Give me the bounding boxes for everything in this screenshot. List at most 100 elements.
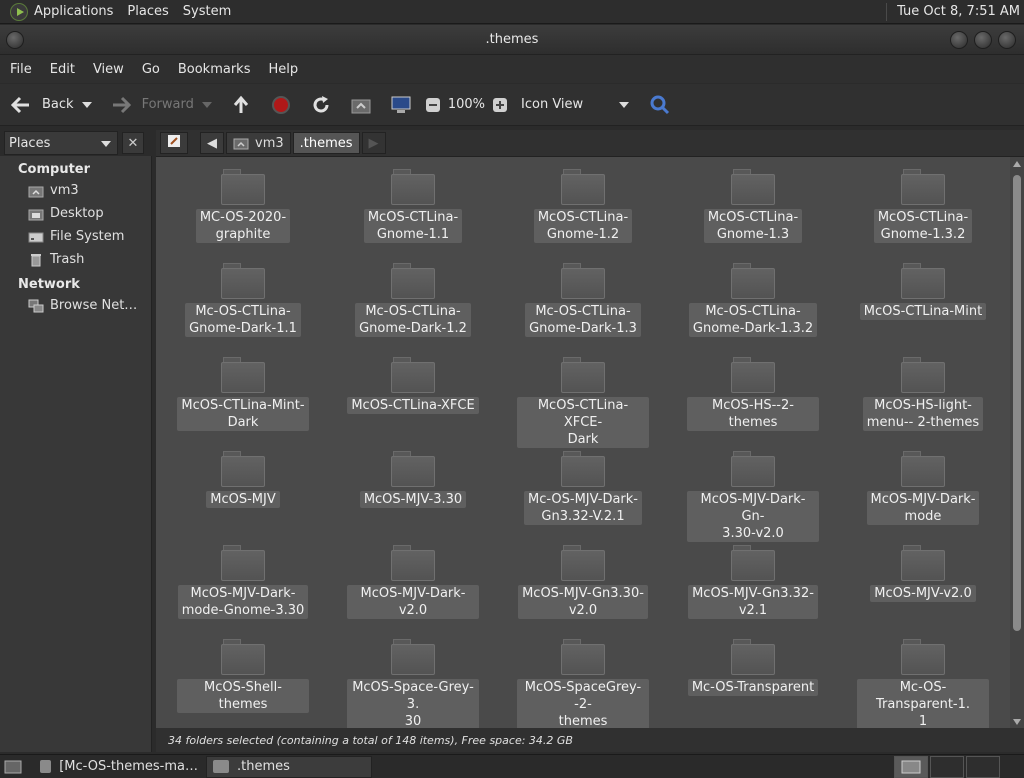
zoom-in-button[interactable] bbox=[489, 84, 511, 125]
folder-item[interactable]: McOS-MJV-Gn3.30- v2.0 bbox=[498, 545, 668, 639]
folder-item[interactable]: Mc-OS-CTLina- Gnome-Dark-1.1 bbox=[158, 263, 328, 357]
forward-history-dropdown[interactable] bbox=[201, 101, 212, 108]
places-menu[interactable]: Places bbox=[127, 4, 168, 19]
folder-label-line: Gnome-Dark-1.2 bbox=[359, 321, 467, 336]
window-titlebar[interactable]: .themes bbox=[0, 25, 1024, 55]
stop-button[interactable] bbox=[270, 84, 292, 125]
close-button[interactable] bbox=[998, 31, 1016, 49]
folder-label: McOS-CTLina-XFCE bbox=[347, 397, 479, 414]
folder-item[interactable]: Mc-OS-CTLina- Gnome-Dark-1.3.2 bbox=[668, 263, 838, 357]
folder-item[interactable]: McOS-CTLina- Gnome-1.2 bbox=[498, 169, 668, 263]
sidebar-item-desktop[interactable]: Desktop bbox=[0, 202, 151, 225]
go-menu[interactable]: Go bbox=[142, 62, 160, 77]
back-button[interactable]: Back bbox=[10, 84, 92, 125]
folder-label-line: McOS-CTLina- bbox=[537, 210, 629, 225]
edit-menu[interactable]: Edit bbox=[50, 62, 75, 77]
folder-item[interactable]: Mc-OS-Transparent bbox=[668, 639, 838, 733]
home-button[interactable] bbox=[350, 84, 372, 125]
window-menu-button[interactable] bbox=[6, 31, 24, 49]
folder-item[interactable]: Mc-OS-CTLina- Gnome-Dark-1.3 bbox=[498, 263, 668, 357]
folder-item[interactable]: McOS-HS--2-themes bbox=[668, 357, 838, 451]
chevron-down-icon bbox=[619, 101, 630, 108]
file-menu[interactable]: File bbox=[10, 62, 32, 77]
zoom-level[interactable]: 100% bbox=[448, 84, 485, 125]
search-button[interactable] bbox=[649, 84, 671, 125]
folder-item[interactable]: McOS-SpaceGrey--2- themes bbox=[498, 639, 668, 733]
folder-label-line: McOS-CTLina-XFCE- bbox=[537, 398, 629, 430]
folder-item[interactable]: McOS-CTLina-XFCE bbox=[328, 357, 498, 451]
sidebar-item-browse-network[interactable]: Browse Net… bbox=[0, 294, 151, 317]
help-menu[interactable]: Help bbox=[268, 62, 298, 77]
taskbar-window-mc-os-themes[interactable]: [Mc-OS-themes-ma… bbox=[34, 756, 204, 778]
computer-button[interactable] bbox=[390, 84, 412, 125]
folder-label: McOS-CTLina- Gnome-1.3.2 bbox=[873, 209, 973, 243]
folder-item[interactable]: McOS-CTLina- Gnome-1.3 bbox=[668, 169, 838, 263]
folder-label-line: MC-OS-2020- bbox=[199, 210, 287, 225]
folder-item[interactable]: McOS-MJV-Dark-mode bbox=[838, 451, 1008, 545]
path-segment-themes[interactable]: .themes bbox=[292, 132, 360, 154]
folder-item[interactable]: McOS-MJV bbox=[158, 451, 328, 545]
up-button[interactable] bbox=[230, 84, 252, 125]
path-segment-vm3[interactable]: vm3 bbox=[226, 132, 291, 154]
folder-item[interactable]: McOS-CTLina-XFCE- Dark bbox=[498, 357, 668, 451]
scrollbar-thumb[interactable] bbox=[1013, 175, 1021, 631]
folder-item[interactable]: Mc-OS-MJV-Dark- Gn3.32-V.2.1 bbox=[498, 451, 668, 545]
folder-label-line: Dark bbox=[227, 415, 259, 430]
zoom-out-button[interactable] bbox=[422, 84, 444, 125]
folder-item[interactable]: McOS-HS-light-menu-- 2-themes bbox=[838, 357, 1008, 451]
sidebar-type-select[interactable]: Places bbox=[4, 131, 118, 155]
sidebar-item-vm3[interactable]: vm3 bbox=[0, 179, 151, 202]
folder-label-line: Mc-OS-CTLina- bbox=[365, 304, 461, 319]
folder-item[interactable]: Mc-OS-CTLina- Gnome-Dark-1.2 bbox=[328, 263, 498, 357]
scroll-up-icon[interactable] bbox=[1013, 161, 1021, 167]
folder-item[interactable]: McOS-MJV-Dark-Gn- 3.30-v2.0 bbox=[668, 451, 838, 545]
show-desktop-button[interactable] bbox=[0, 756, 30, 778]
folder-item[interactable]: McOS-MJV-3.30 bbox=[328, 451, 498, 545]
sidebar-item-trash[interactable]: Trash bbox=[0, 248, 151, 271]
folder-item[interactable]: McOS-MJV-Dark-v2.0 bbox=[328, 545, 498, 639]
back-history-dropdown[interactable] bbox=[81, 101, 92, 108]
folder-item[interactable]: McOS-CTLina-Mint bbox=[838, 263, 1008, 357]
folder-item[interactable]: Mc-OS-Transparent-1. 1 bbox=[838, 639, 1008, 733]
system-menu[interactable]: System bbox=[183, 4, 231, 19]
path-scroll-right-button[interactable]: ▶ bbox=[361, 132, 386, 154]
folder-label-line: Dark bbox=[567, 432, 599, 447]
workspace-1[interactable] bbox=[894, 756, 928, 778]
clock[interactable]: Tue Oct 8, 7:51 AM bbox=[897, 4, 1020, 19]
zoom-level-label: 100% bbox=[447, 97, 486, 112]
folder-item[interactable]: McOS-MJV-Dark-mode-Gnome-3.30 bbox=[158, 545, 328, 639]
reload-button[interactable] bbox=[310, 84, 332, 125]
folder-label-line: McOS-CTLina- bbox=[877, 210, 969, 225]
folder-item[interactable]: McOS-CTLina-Mint- Dark bbox=[158, 357, 328, 451]
top-panel: Applications Places System Tue Oct 8, 7:… bbox=[0, 0, 1024, 24]
toggle-location-entry-button[interactable] bbox=[160, 132, 188, 154]
workspace-2[interactable] bbox=[930, 756, 964, 778]
folder-item[interactable]: McOS-MJV-v2.0 bbox=[838, 545, 1008, 639]
minimize-button[interactable] bbox=[950, 31, 968, 49]
folder-icon bbox=[731, 169, 775, 205]
workspace-3[interactable] bbox=[966, 756, 1000, 778]
file-view[interactable]: MC-OS-2020- graphite McOS-CTLina- Gnome-1.1… bbox=[156, 156, 1024, 730]
folder-item[interactable]: McOS-Space-Grey-3. 30 bbox=[328, 639, 498, 733]
path-scroll-left-button[interactable]: ◀ bbox=[200, 132, 224, 154]
applications-menu[interactable]: Applications bbox=[34, 4, 113, 19]
folder-item[interactable]: McOS-Shell-themes bbox=[158, 639, 328, 733]
folder-label: Mc-OS-MJV-Dark- Gn3.32-V.2.1 bbox=[523, 491, 642, 525]
maximize-button[interactable] bbox=[974, 31, 992, 49]
scroll-down-icon[interactable] bbox=[1013, 719, 1021, 725]
sidebar-item-filesystem[interactable]: File System bbox=[0, 225, 151, 248]
folder-icon bbox=[901, 263, 945, 299]
folder-item[interactable]: McOS-CTLina- Gnome-1.3.2 bbox=[838, 169, 1008, 263]
mint-logo-icon[interactable] bbox=[10, 2, 28, 21]
close-sidebar-button[interactable]: ✕ bbox=[122, 132, 144, 154]
view-mode-select[interactable]: Icon View bbox=[521, 84, 630, 125]
folder-label-line: McOS-Shell-themes bbox=[204, 680, 282, 712]
view-menu[interactable]: View bbox=[93, 62, 124, 77]
folder-item[interactable]: McOS-CTLina- Gnome-1.1 bbox=[328, 169, 498, 263]
taskbar-window-themes[interactable]: .themes bbox=[206, 755, 372, 778]
vertical-scrollbar[interactable] bbox=[1010, 157, 1024, 729]
forward-button[interactable]: Forward bbox=[110, 84, 212, 125]
bookmarks-menu[interactable]: Bookmarks bbox=[178, 62, 251, 77]
folder-item[interactable]: McOS-MJV-Gn3.32- v2.1 bbox=[668, 545, 838, 639]
folder-item[interactable]: MC-OS-2020- graphite bbox=[158, 169, 328, 263]
